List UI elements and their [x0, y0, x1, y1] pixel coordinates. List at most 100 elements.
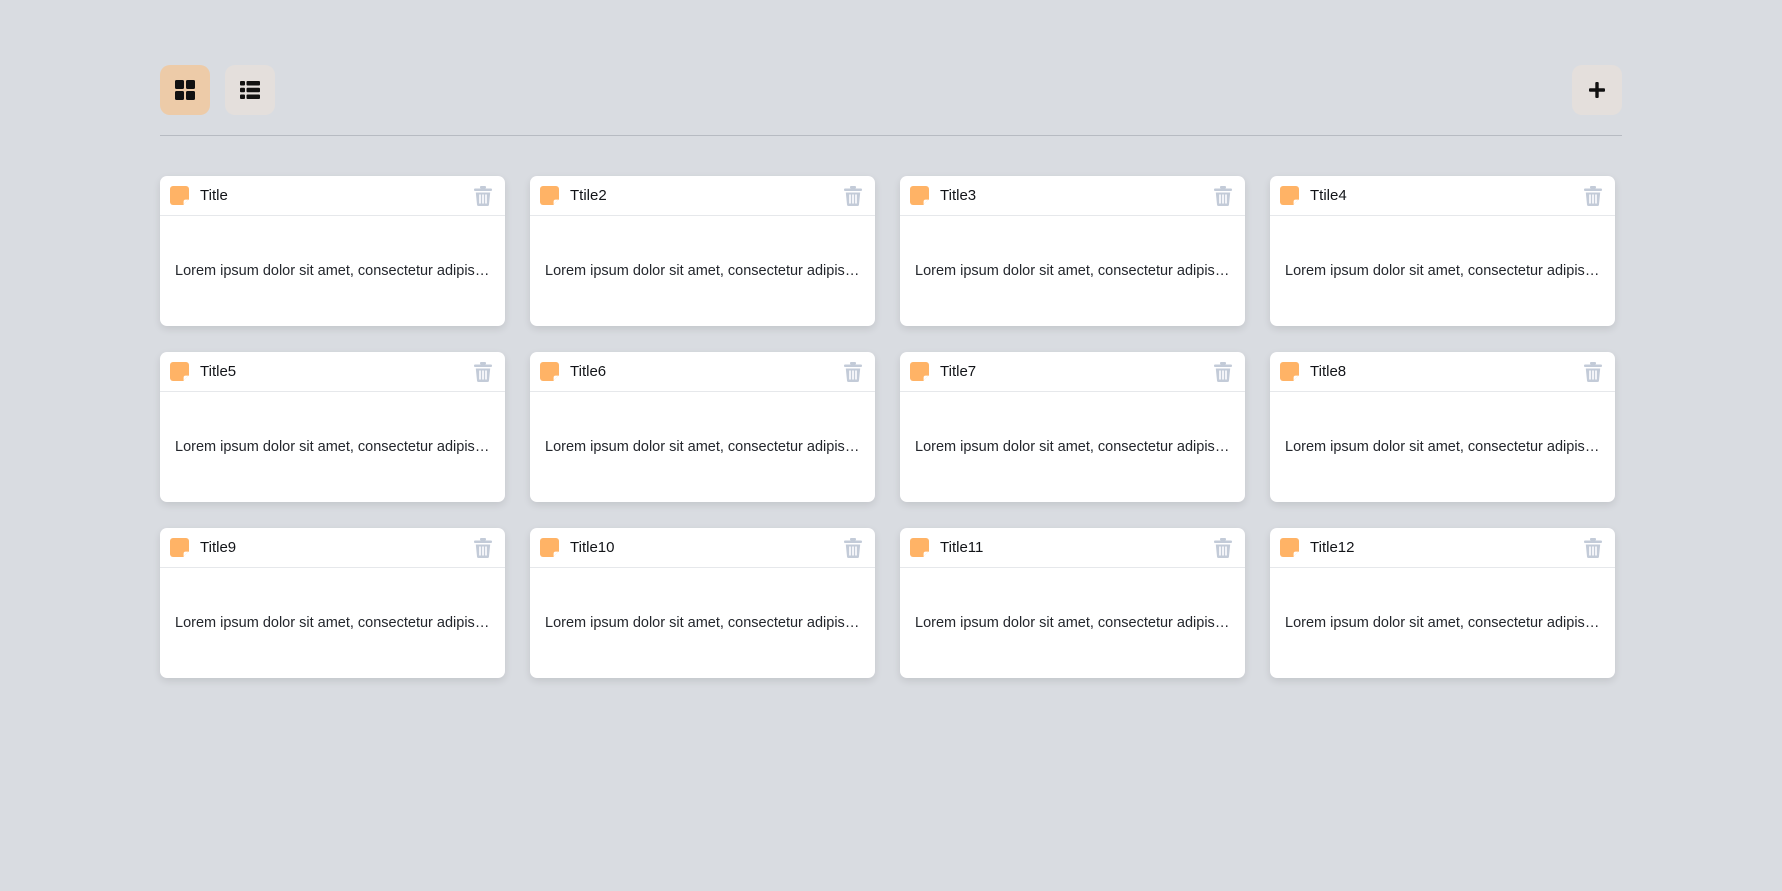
trash-icon — [1214, 185, 1232, 206]
note-card-body: Lorem ipsum dolor sit amet, consectetur … — [900, 568, 1245, 678]
note-card[interactable]: Title11 Lorem ipsum dolor sit amet, cons… — [900, 528, 1245, 678]
trash-icon — [844, 537, 862, 558]
note-title: Ttile2 — [570, 187, 607, 204]
note-card-header: Title8 — [1270, 352, 1615, 392]
note-icon — [170, 538, 189, 557]
note-icon — [170, 362, 189, 381]
trash-icon — [1214, 537, 1232, 558]
note-card[interactable]: Title3 Lorem ipsum dolor sit amet, conse… — [900, 176, 1245, 326]
note-icon — [1280, 362, 1299, 381]
note-body-text: Lorem ipsum dolor sit amet, consectetur … — [1285, 615, 1600, 631]
note-body-text: Lorem ipsum dolor sit amet, consectetur … — [545, 615, 860, 631]
note-card[interactable]: Ttile4 Lorem ipsum dolor sit amet, conse… — [1270, 176, 1615, 326]
note-card-header: Title10 — [530, 528, 875, 568]
note-card-header: Title12 — [1270, 528, 1615, 568]
note-card-header: Ttile4 — [1270, 176, 1615, 216]
note-card-body: Lorem ipsum dolor sit amet, consectetur … — [160, 568, 505, 678]
note-card-body: Lorem ipsum dolor sit amet, consectetur … — [160, 216, 505, 326]
trash-icon — [474, 185, 492, 206]
list-icon — [240, 81, 260, 99]
note-title: Title5 — [200, 363, 237, 380]
delete-button[interactable] — [1581, 184, 1605, 208]
note-card-body: Lorem ipsum dolor sit amet, consectetur … — [1270, 392, 1615, 502]
note-body-text: Lorem ipsum dolor sit amet, consectetur … — [545, 263, 860, 279]
note-body-text: Lorem ipsum dolor sit amet, consectetur … — [545, 439, 860, 455]
note-title: Title8 — [1310, 363, 1347, 380]
delete-button[interactable] — [1211, 360, 1235, 384]
note-title: Title6 — [570, 363, 607, 380]
note-card[interactable]: Title9 Lorem ipsum dolor sit amet, conse… — [160, 528, 505, 678]
trash-icon — [474, 537, 492, 558]
note-card-header: Title7 — [900, 352, 1245, 392]
delete-button[interactable] — [471, 184, 495, 208]
note-card[interactable]: Title Lorem ipsum dolor sit amet, consec… — [160, 176, 505, 326]
note-title: Title9 — [200, 539, 237, 556]
note-body-text: Lorem ipsum dolor sit amet, consectetur … — [175, 263, 490, 279]
trash-icon — [1584, 537, 1602, 558]
note-card[interactable]: Title5 Lorem ipsum dolor sit amet, conse… — [160, 352, 505, 502]
plus-icon — [1589, 82, 1605, 98]
toolbar — [160, 65, 1622, 136]
note-body-text: Lorem ipsum dolor sit amet, consectetur … — [915, 263, 1230, 279]
note-icon — [910, 538, 929, 557]
note-body-text: Lorem ipsum dolor sit amet, consectetur … — [1285, 263, 1600, 279]
note-card-header: Ttile2 — [530, 176, 875, 216]
delete-button[interactable] — [841, 360, 865, 384]
trash-icon — [844, 185, 862, 206]
note-title: Title7 — [940, 363, 977, 380]
note-body-text: Lorem ipsum dolor sit amet, consectetur … — [915, 439, 1230, 455]
note-icon — [910, 362, 929, 381]
trash-icon — [1214, 361, 1232, 382]
note-card-header: Title6 — [530, 352, 875, 392]
note-body-text: Lorem ipsum dolor sit amet, consectetur … — [175, 439, 490, 455]
note-body-text: Lorem ipsum dolor sit amet, consectetur … — [915, 615, 1230, 631]
delete-button[interactable] — [471, 536, 495, 560]
note-card-body: Lorem ipsum dolor sit amet, consectetur … — [160, 392, 505, 502]
note-card-body: Lorem ipsum dolor sit amet, consectetur … — [1270, 568, 1615, 678]
note-title: Title3 — [940, 187, 977, 204]
note-card-header: Title — [160, 176, 505, 216]
note-card[interactable]: Title10 Lorem ipsum dolor sit amet, cons… — [530, 528, 875, 678]
notes-app: Title Lorem ipsum dolor sit amet, consec… — [160, 65, 1622, 678]
delete-button[interactable] — [1581, 360, 1605, 384]
note-card-body: Lorem ipsum dolor sit amet, consectetur … — [530, 216, 875, 326]
note-icon — [540, 186, 559, 205]
list-view-button[interactable] — [225, 65, 275, 115]
note-card[interactable]: Title12 Lorem ipsum dolor sit amet, cons… — [1270, 528, 1615, 678]
delete-button[interactable] — [471, 360, 495, 384]
note-icon — [170, 186, 189, 205]
note-card-header: Title3 — [900, 176, 1245, 216]
note-title: Title11 — [940, 539, 984, 556]
note-icon — [540, 538, 559, 557]
note-body-text: Lorem ipsum dolor sit amet, consectetur … — [175, 615, 490, 631]
note-card-header: Title9 — [160, 528, 505, 568]
trash-icon — [474, 361, 492, 382]
delete-button[interactable] — [1581, 536, 1605, 560]
note-card-body: Lorem ipsum dolor sit amet, consectetur … — [530, 568, 875, 678]
note-card-body: Lorem ipsum dolor sit amet, consectetur … — [530, 392, 875, 502]
note-card[interactable]: Title7 Lorem ipsum dolor sit amet, conse… — [900, 352, 1245, 502]
delete-button[interactable] — [841, 536, 865, 560]
trash-icon — [844, 361, 862, 382]
notes-grid: Title Lorem ipsum dolor sit amet, consec… — [160, 176, 1622, 678]
note-card[interactable]: Ttile2 Lorem ipsum dolor sit amet, conse… — [530, 176, 875, 326]
note-icon — [1280, 538, 1299, 557]
delete-button[interactable] — [1211, 184, 1235, 208]
note-card-body: Lorem ipsum dolor sit amet, consectetur … — [900, 216, 1245, 326]
note-title: Title10 — [570, 539, 615, 556]
grid-view-button[interactable] — [160, 65, 210, 115]
note-title: Title12 — [1310, 539, 1355, 556]
note-icon — [540, 362, 559, 381]
note-card[interactable]: Title8 Lorem ipsum dolor sit amet, conse… — [1270, 352, 1615, 502]
note-body-text: Lorem ipsum dolor sit amet, consectetur … — [1285, 439, 1600, 455]
add-note-button[interactable] — [1572, 65, 1622, 115]
note-card[interactable]: Title6 Lorem ipsum dolor sit amet, conse… — [530, 352, 875, 502]
delete-button[interactable] — [1211, 536, 1235, 560]
grid-icon — [175, 80, 195, 100]
delete-button[interactable] — [841, 184, 865, 208]
trash-icon — [1584, 361, 1602, 382]
note-title: Ttile4 — [1310, 187, 1347, 204]
note-icon — [910, 186, 929, 205]
note-title: Title — [200, 187, 228, 204]
note-card-body: Lorem ipsum dolor sit amet, consectetur … — [1270, 216, 1615, 326]
